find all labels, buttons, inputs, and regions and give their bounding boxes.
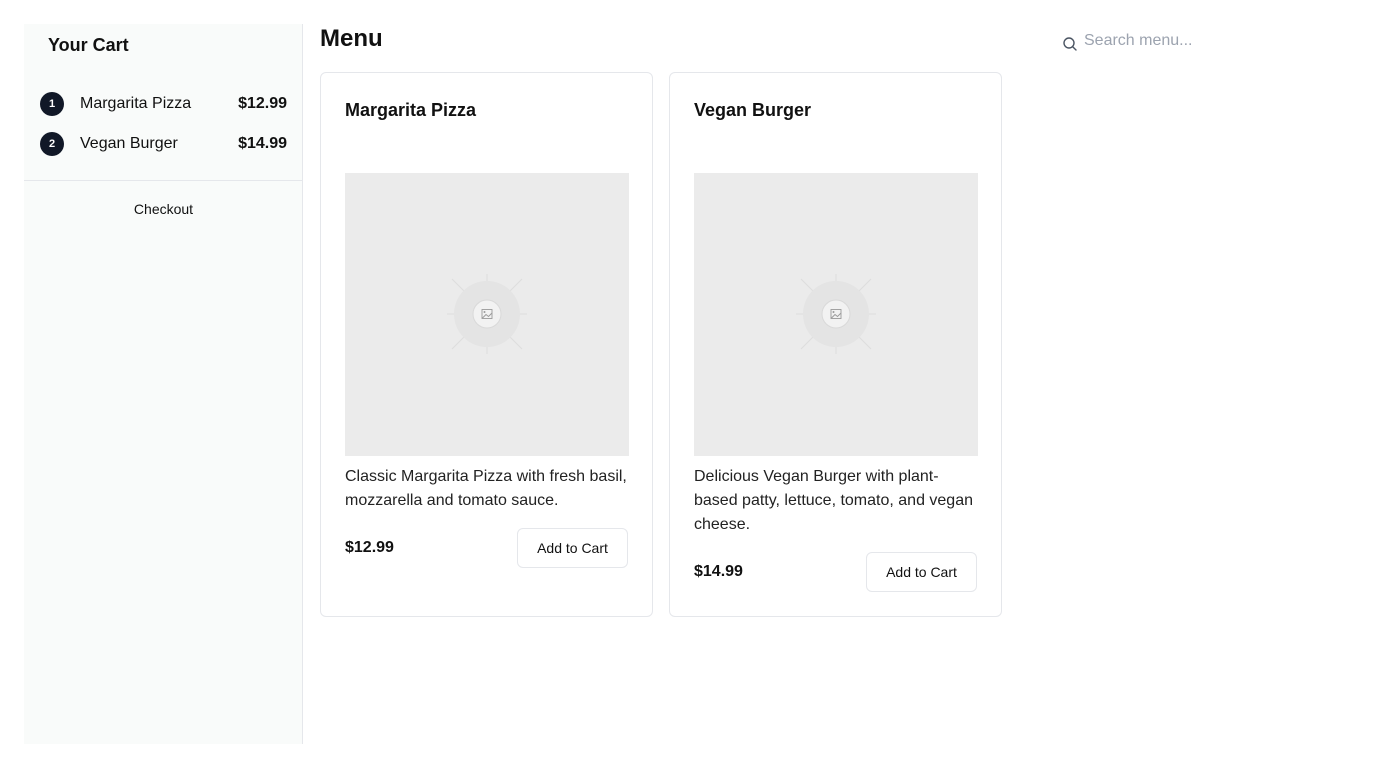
image-placeholder-icon <box>796 274 876 354</box>
cart-item-name: Margarita Pizza <box>80 95 192 112</box>
menu-item-title: Vegan Burger <box>694 100 812 120</box>
cart-item: 2 Vegan Burger $14.99 <box>40 132 287 156</box>
menu-item-price: $12.99 <box>345 539 394 556</box>
cart-list: 1 Margarita Pizza $12.99 2 Vegan Burger … <box>40 92 287 172</box>
cart-item-price: $14.99 <box>238 135 287 152</box>
cart-sidebar: Your Cart 1 Margarita Pizza $12.99 2 Veg… <box>24 24 303 744</box>
menu-item-image <box>694 173 978 456</box>
page-title: Menu <box>320 25 383 52</box>
sidebar-divider <box>24 180 303 181</box>
add-to-cart-button[interactable]: Add to Cart <box>517 528 628 568</box>
menu-card: Vegan Burger Delicious Vegan Burger with… <box>669 72 1002 617</box>
menu-item-image <box>345 173 629 456</box>
cart-item-number-badge: 2 <box>40 132 64 156</box>
cart-item-price: $12.99 <box>238 95 287 112</box>
menu-card: Margarita Pizza Classic Margarita Pizza … <box>320 72 653 617</box>
menu-item-description: Classic Margarita Pizza with fresh basil… <box>345 468 627 509</box>
cart-item-name: Vegan Burger <box>80 135 178 152</box>
image-placeholder-icon <box>447 274 527 354</box>
menu-item-description: Delicious Vegan Burger with plant-based … <box>694 468 973 533</box>
cart-item-number-badge: 1 <box>40 92 64 116</box>
search-input[interactable] <box>1084 29 1344 53</box>
menu-item-price: $14.99 <box>694 563 743 580</box>
add-to-cart-button[interactable]: Add to Cart <box>866 552 977 592</box>
search-bar <box>1062 28 1362 54</box>
checkout-button[interactable]: Checkout <box>24 194 303 224</box>
cart-title: Your Cart <box>48 35 129 55</box>
cart-item: 1 Margarita Pizza $12.99 <box>40 92 287 116</box>
menu-item-title: Margarita Pizza <box>345 100 477 120</box>
search-icon <box>1063 37 1077 51</box>
